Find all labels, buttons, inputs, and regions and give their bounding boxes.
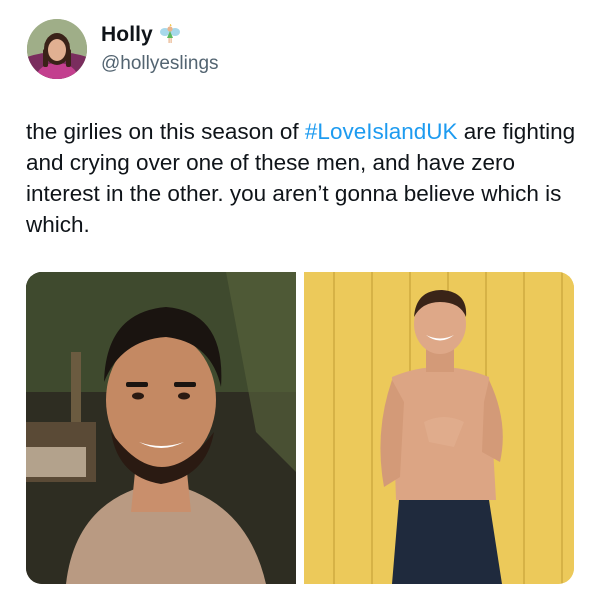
man-dark-hair-beard-photo[interactable] [26,272,296,584]
media-grid [26,272,574,584]
author-handle[interactable]: @hollyeslings [101,53,219,75]
display-name[interactable]: Holly [101,23,153,47]
author-name-row[interactable]: Holly [101,22,181,48]
fairy-icon [159,23,181,46]
tweet-card: Holly @hollyeslings the girlies on this … [0,0,600,600]
avatar-image [27,19,87,79]
avatar[interactable] [27,19,87,79]
hashtag-link[interactable]: #LoveIslandUK [305,119,458,144]
tweet-text: the girlies on this season of #LoveIslan… [26,116,578,240]
tweet-text-start: the girlies on this season of [26,119,305,144]
shirtless-man-yellow-wall-photo[interactable] [304,272,574,584]
